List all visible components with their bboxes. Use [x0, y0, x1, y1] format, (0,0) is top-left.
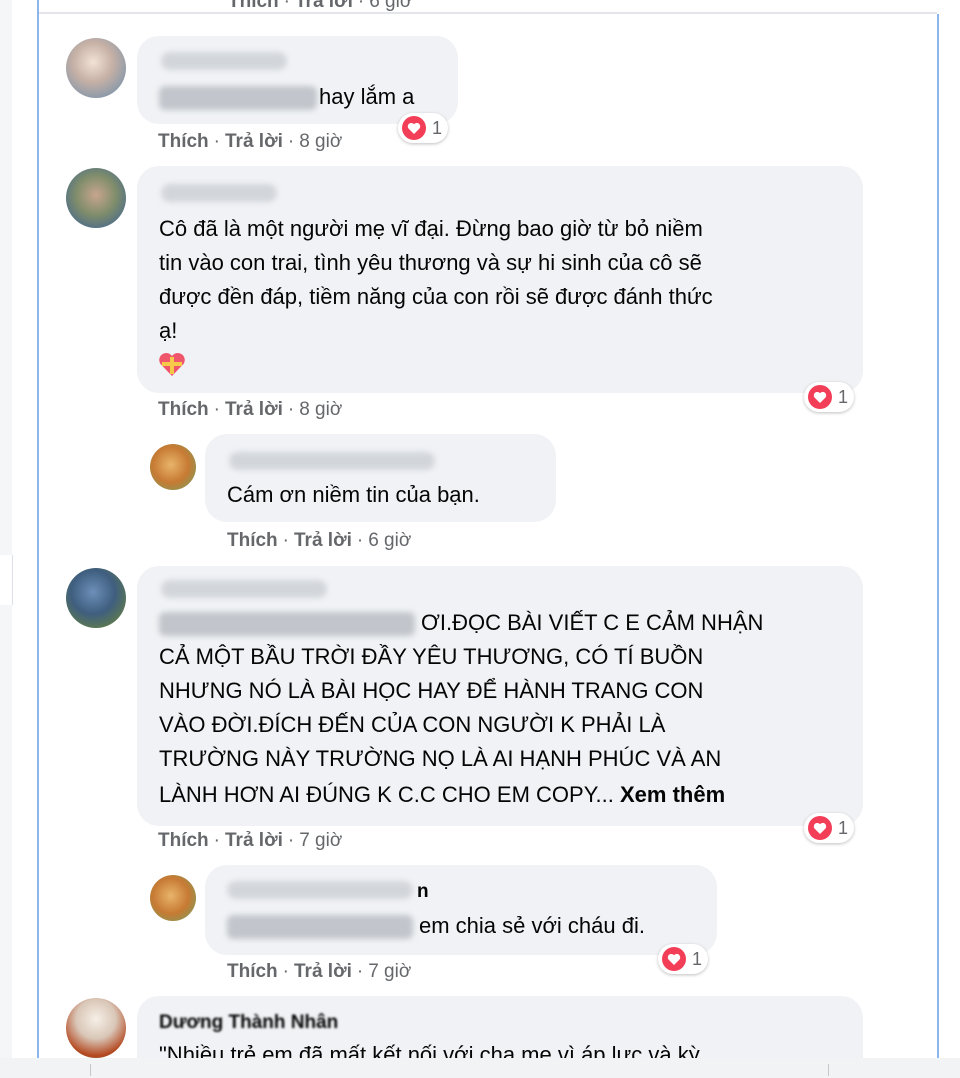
commenter-name-blurred[interactable] [161, 580, 327, 598]
mention-blurred[interactable] [227, 915, 413, 939]
avatar[interactable] [150, 875, 196, 921]
comment-time: 8 giờ [299, 131, 343, 152]
reply-button[interactable]: Trả lời [294, 530, 352, 551]
mention-blurred[interactable] [159, 86, 317, 110]
bottom-cover [0, 1058, 960, 1078]
reaction-count: 1 [432, 117, 443, 138]
reaction-badge[interactable]: 1 [658, 944, 709, 974]
comment-text-line: ạ! [159, 318, 178, 343]
like-button[interactable]: Thích [158, 131, 209, 152]
see-more-link[interactable]: Xem thêm [620, 782, 725, 807]
reply-button[interactable]: Trả lời [225, 131, 283, 152]
comment-time: 7 giờ [368, 961, 412, 982]
comment-text-last: LÀNH HƠN AI ĐÚNG K C.C CHO EM COPY... [159, 782, 614, 807]
avatar[interactable] [66, 168, 126, 228]
comment-text-line: Cô đã là một người mẹ vĩ đại. Đừng bao g… [159, 216, 703, 241]
comment-bubble: ƠI.ĐỌC BÀI VIẾT C E CẢM NHẬN CẢ MỘT BẦU … [137, 566, 863, 826]
like-button[interactable]: Thích [158, 399, 209, 420]
frame-border-top [39, 12, 937, 14]
comment-actions: Thích · Trả lời · 8 giờ [158, 131, 343, 152]
comment-text: Cám ơn niềm tin của bạn. [227, 482, 480, 507]
reply-button[interactable]: Trả lời [294, 961, 352, 982]
like-button[interactable]: Thích [228, 0, 279, 12]
comment-text-line: VÀO ĐỜI.ĐÍCH ĐẾN CỦA CON NGƯỜI K PHẢI LÀ [159, 712, 666, 737]
heart-icon [808, 385, 832, 409]
heart-icon [402, 116, 426, 140]
commenter-name[interactable]: Dương Thành Nhân [159, 1012, 338, 1034]
bottom-tick [90, 1064, 91, 1076]
commenter-name-blurred[interactable] [161, 52, 287, 70]
reply-button[interactable]: Trả lời [225, 399, 283, 420]
avatar[interactable] [150, 444, 196, 490]
comment-time: 8 giờ [299, 399, 343, 420]
left-gutter [0, 0, 12, 1058]
frame-border-left [37, 0, 39, 1060]
heart-gift-emoji-icon [159, 352, 185, 376]
reaction-count: 1 [838, 386, 849, 407]
comment-text-line: CẢ MỘT BẦU TRỜI ĐẦY YÊU THƯƠNG, CÓ TÍ BU… [159, 644, 704, 669]
reaction-badge[interactable]: 1 [804, 382, 855, 412]
comment-time: 6 giờ [368, 530, 412, 551]
like-button[interactable]: Thích [227, 961, 278, 982]
comment-text-line: tin vào con trai, tình yêu thương và sự … [159, 250, 702, 275]
like-button[interactable]: Thích [158, 830, 209, 851]
comment-text-line: LÀNH HƠN AI ĐÚNG K C.C CHO EM COPY... Xe… [159, 778, 725, 812]
heart-icon [662, 947, 686, 971]
comment-text-line: NHƯNG NÓ LÀ BÀI HỌC HAY ĐỂ HÀNH TRANG CO… [159, 678, 704, 703]
heart-icon [808, 816, 832, 840]
comment-actions: Thích · Trả lời · 6 giờ [227, 530, 412, 551]
reply-button[interactable]: Trả lời [225, 830, 283, 851]
comment-text: hay lắm a [319, 84, 415, 109]
reply-button[interactable]: Trả lời [295, 0, 353, 12]
commenter-name-blurred[interactable] [161, 184, 277, 202]
avatar[interactable] [66, 568, 126, 628]
comment-actions: Thích · Trả lời · 7 giờ [158, 830, 343, 851]
reaction-badge[interactable]: 1 [804, 813, 855, 843]
comment-actions-partial: Thích · Trả lời · 6 giờ [228, 0, 412, 13]
avatar[interactable] [66, 998, 126, 1058]
reaction-count: 1 [692, 948, 703, 969]
comment-text-line: ƠI.ĐỌC BÀI VIẾT C E CẢM NHẬN [421, 610, 764, 635]
frame-border-right [937, 14, 939, 1060]
avatar[interactable] [66, 38, 126, 98]
commenter-name-blurred[interactable] [229, 452, 435, 470]
comment-actions: Thích · Trả lời · 8 giờ [158, 399, 343, 420]
left-scroll-notch [0, 555, 13, 605]
mention-blurred[interactable] [159, 612, 415, 636]
reply-bubble: n em chia sẻ với cháu đi. [205, 865, 717, 955]
commenter-name-tail[interactable]: n [417, 881, 429, 903]
comment-text-line: được đền đáp, tiềm năng của con rồi sẽ đ… [159, 284, 713, 309]
comment-text-line: TRƯỜNG NÀY TRƯỜNG NỌ LÀ AI HẠNH PHÚC VÀ … [159, 746, 722, 771]
like-button[interactable]: Thích [227, 530, 278, 551]
comment-time: 6 giờ [369, 0, 413, 12]
reply-bubble: Cám ơn niềm tin của bạn. [205, 434, 556, 522]
comment-bubble: hay lắm a [137, 36, 458, 124]
comment-bubble: Dương Thành Nhân "Nhiều trẻ em đã mất kế… [137, 996, 863, 1067]
commenter-name-blurred[interactable] [227, 881, 413, 899]
comment-bubble: Cô đã là một người mẹ vĩ đại. Đừng bao g… [137, 166, 863, 393]
reaction-count: 1 [838, 817, 849, 838]
comment-actions: Thích · Trả lời · 7 giờ [227, 961, 412, 982]
comment-text: em chia sẻ với cháu đi. [419, 913, 645, 938]
reaction-badge[interactable]: 1 [398, 113, 449, 143]
comment-time: 7 giờ [299, 830, 343, 851]
bottom-tick [828, 1064, 829, 1076]
